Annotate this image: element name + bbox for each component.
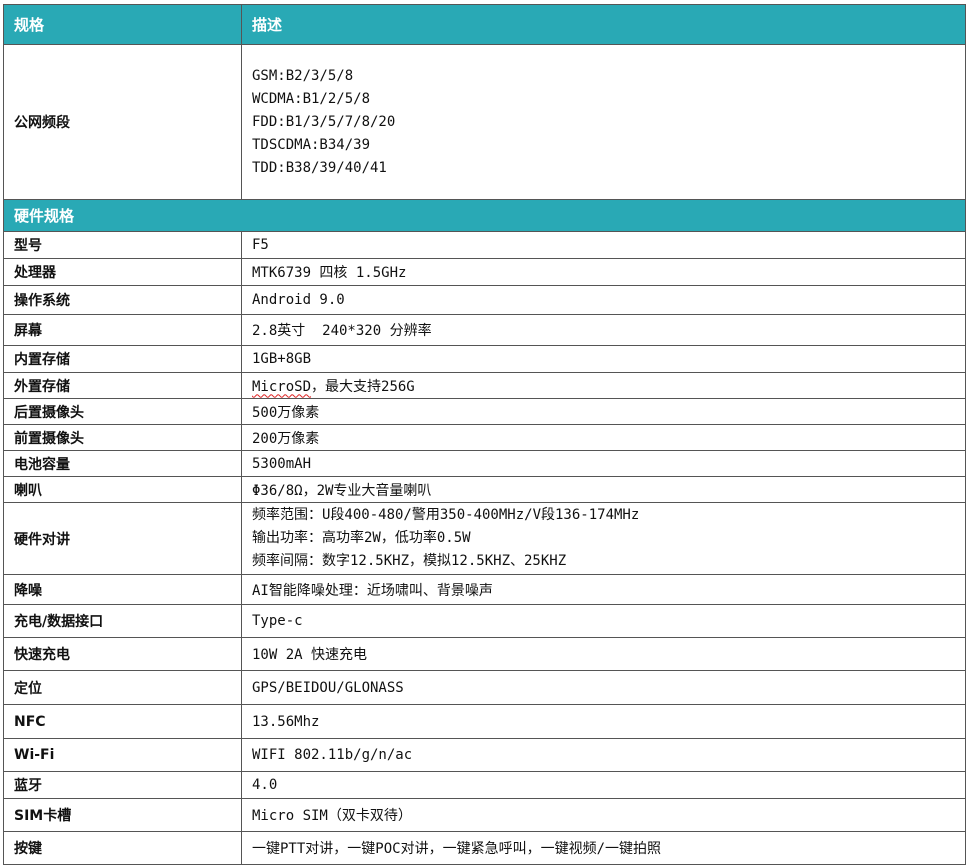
table-row: Wi-Fi WIFI 802.11b/g/n/ac	[3, 738, 966, 772]
row-label: 降噪	[3, 574, 242, 605]
row-value: GPS/BEIDOU/GLONASS	[241, 670, 966, 705]
row-value: F5	[241, 231, 966, 259]
row-value: 一键PTT对讲，一键POC对讲，一键紧急呼叫，一键视频/一键拍照	[241, 831, 966, 865]
row-value: 5300mAH	[241, 450, 966, 477]
table-row: 后置摄像头 500万像素	[3, 398, 966, 425]
row-label: NFC	[3, 704, 242, 739]
row-value-rest: ，最大支持256G	[311, 378, 415, 395]
table-row: SIM卡槽 Micro SIM（双卡双待）	[3, 798, 966, 832]
table-row: 内置存储 1GB+8GB	[3, 345, 966, 373]
row-label: 型号	[3, 231, 242, 259]
intercom-line: 输出功率：高功率2W，低功率0.5W	[252, 530, 471, 546]
row-label: 操作系统	[3, 285, 242, 315]
row-value: WIFI 802.11b/g/n/ac	[241, 738, 966, 772]
row-label: 硬件对讲	[3, 502, 242, 575]
table-row: 充电/数据接口 Type-c	[3, 604, 966, 638]
row-value: 4.0	[241, 771, 966, 799]
row-label: 蓝牙	[3, 771, 242, 799]
row-value: Φ36/8Ω，2W专业大音量喇叭	[241, 476, 966, 503]
band-line: TDSCDMA:B34/39	[252, 136, 371, 153]
header-spec: 规格	[3, 4, 242, 45]
row-value: MTK6739 四核 1.5GHz	[241, 258, 966, 286]
row-label: 后置摄像头	[3, 398, 242, 425]
table-row: 按键 一键PTT对讲，一键POC对讲，一键紧急呼叫，一键视频/一键拍照	[3, 831, 966, 865]
table-row: 型号 F5	[3, 231, 966, 259]
table-row: 前置摄像头 200万像素	[3, 424, 966, 451]
row-value: 500万像素	[241, 398, 966, 425]
table-row: 电池容量 5300mAH	[3, 450, 966, 477]
table-row: 屏幕 2.8英寸 240*320 分辨率	[3, 314, 966, 346]
row-label: 定位	[3, 670, 242, 705]
network-bands: GSM:B2/3/5/8 WCDMA:B1/2/5/8 FDD:B1/3/5/7…	[241, 44, 966, 200]
table-row: 喇叭 Φ36/8Ω，2W专业大音量喇叭	[3, 476, 966, 503]
table-row: 硬件对讲 频率范围：U段400-480/警用350-400MHz/V段136-1…	[3, 502, 966, 575]
row-label: 电池容量	[3, 450, 242, 477]
band-line: WCDMA:B1/2/5/8	[252, 90, 371, 107]
row-label: 处理器	[3, 258, 242, 286]
row-label: 外置存储	[3, 372, 242, 399]
row-value: Type-c	[241, 604, 966, 638]
table-row: 操作系统 Android 9.0	[3, 285, 966, 315]
table-row: 降噪 AI智能降噪处理：近场啸叫、背景噪声	[3, 574, 966, 605]
intercom-line: 频率范围：U段400-480/警用350-400MHz/V段136-174MHz	[252, 507, 640, 523]
band-line: GSM:B2/3/5/8	[252, 67, 354, 84]
row-label: 前置摄像头	[3, 424, 242, 451]
row-label: 喇叭	[3, 476, 242, 503]
table-row: NFC 13.56Mhz	[3, 704, 966, 739]
row-label: 内置存储	[3, 345, 242, 373]
table-row: 处理器 MTK6739 四核 1.5GHz	[3, 258, 966, 286]
row-value: MicroSD，最大支持256G	[241, 372, 966, 399]
row-value: 13.56Mhz	[241, 704, 966, 739]
row-value: 200万像素	[241, 424, 966, 451]
header-desc: 描述	[241, 4, 966, 45]
row-value: 2.8英寸 240*320 分辨率	[241, 314, 966, 346]
row-value: Android 9.0	[241, 285, 966, 315]
band-line: TDD:B38/39/40/41	[252, 159, 387, 176]
row-label: SIM卡槽	[3, 798, 242, 832]
band-line: FDD:B1/3/5/7/8/20	[252, 113, 396, 130]
spec-table: 规格 描述 公网频段 GSM:B2/3/5/8 WCDMA:B1/2/5/8 F…	[3, 4, 966, 865]
section-title: 硬件规格	[3, 199, 966, 232]
table-row: 公网频段 GSM:B2/3/5/8 WCDMA:B1/2/5/8 FDD:B1/…	[3, 44, 966, 200]
section-row: 硬件规格	[3, 199, 966, 232]
table-row: 蓝牙 4.0	[3, 771, 966, 799]
row-value: AI智能降噪处理：近场啸叫、背景噪声	[241, 574, 966, 605]
row-label: Wi-Fi	[3, 738, 242, 772]
table-row: 外置存储 MicroSD，最大支持256G	[3, 372, 966, 399]
row-label: 屏幕	[3, 314, 242, 346]
row-value: 1GB+8GB	[241, 345, 966, 373]
table-row: 定位 GPS/BEIDOU/GLONASS	[3, 670, 966, 705]
row-label: 按键	[3, 831, 242, 865]
row-value: 10W 2A 快速充电	[241, 637, 966, 671]
row-value: Micro SIM（双卡双待）	[241, 798, 966, 832]
row-label: 充电/数据接口	[3, 604, 242, 638]
intercom-details: 频率范围：U段400-480/警用350-400MHz/V段136-174MHz…	[241, 502, 966, 575]
row-label: 快速充电	[3, 637, 242, 671]
row-label-network: 公网频段	[3, 44, 242, 200]
intercom-line: 频率间隔：数字12.5KHZ，模拟12.5KHZ、25KHZ	[252, 553, 567, 569]
header-row: 规格 描述	[3, 4, 966, 45]
table-row: 快速充电 10W 2A 快速充电	[3, 637, 966, 671]
spellcheck-word: MicroSD	[252, 378, 312, 395]
